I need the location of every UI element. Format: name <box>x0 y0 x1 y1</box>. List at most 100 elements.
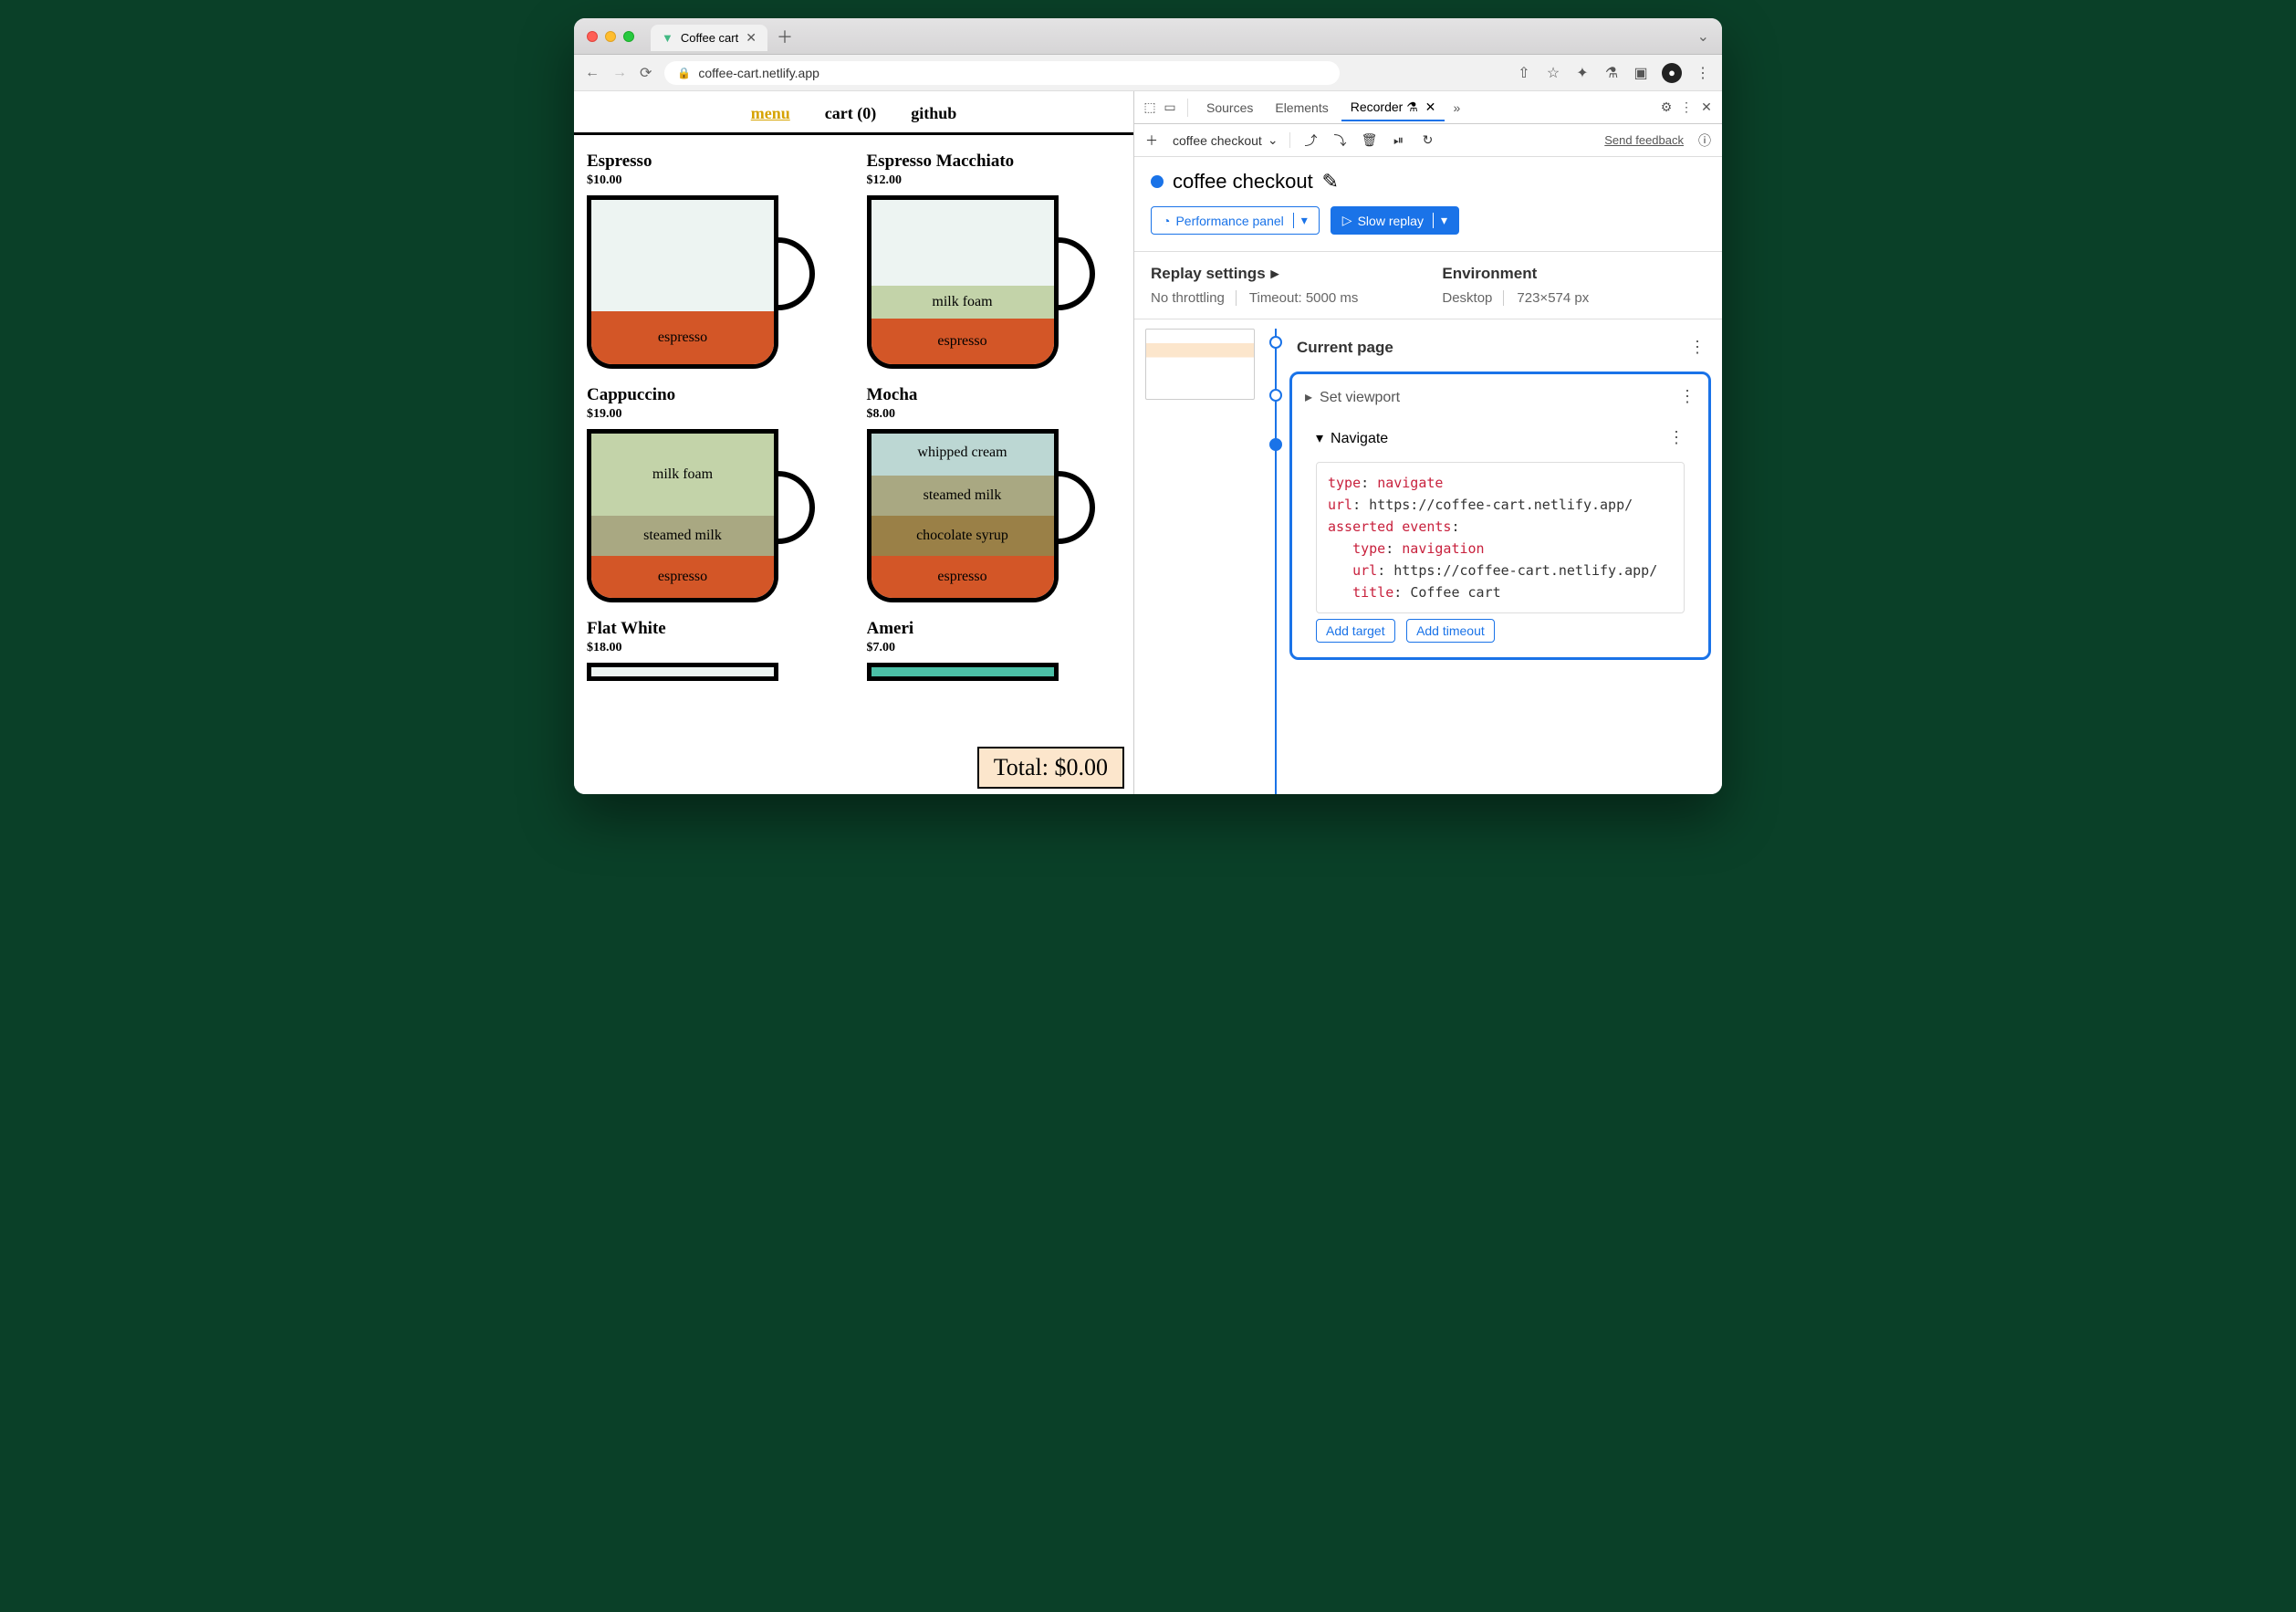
step-over-icon[interactable]: ↻ <box>1420 132 1436 148</box>
dropdown-arrow-icon[interactable]: ▾ <box>1293 213 1308 228</box>
address-bar[interactable]: 🔒 coffee-cart.netlify.app <box>664 61 1340 85</box>
minimize-window-button[interactable] <box>605 31 616 42</box>
share-icon[interactable]: ⇧ <box>1516 64 1532 82</box>
browser-tab[interactable]: ▼ Coffee cart ✕ <box>651 25 767 51</box>
steps-list: Current page ⋮ ▸Set viewport ⋮ ▾Navigate… <box>1289 329 1722 794</box>
chevron-down-icon[interactable]: ⌄ <box>1697 27 1709 46</box>
product-price: $8.00 <box>867 407 1122 422</box>
dropdown-arrow-icon[interactable]: ▾ <box>1433 213 1447 228</box>
step-menu-icon[interactable]: ⋮ <box>1679 387 1696 406</box>
cart-total[interactable]: Total: $0.00 <box>977 747 1124 789</box>
reload-button[interactable]: ⟳ <box>640 64 652 82</box>
cup-illustration: milk foam espresso <box>867 195 1095 369</box>
product-card[interactable]: Flat White $18.00 <box>587 619 841 681</box>
forward-button[interactable]: → <box>612 65 627 81</box>
device-toggle-icon[interactable]: ▭ <box>1162 99 1178 115</box>
layer-chocolate: chocolate syrup <box>871 516 1054 556</box>
step-menu-icon[interactable]: ⋮ <box>1668 428 1685 447</box>
replay-settings-header[interactable]: Replay settings ▸ <box>1151 265 1369 283</box>
nav-github[interactable]: github <box>911 104 956 123</box>
product-card[interactable]: Espresso Macchiato $12.00 milk foam espr… <box>867 152 1122 369</box>
chevron-right-icon: ▸ <box>1271 265 1279 283</box>
tab-title: Coffee cart <box>681 31 738 45</box>
cup-illustration: milk foam steamed milk espresso <box>587 429 815 602</box>
product-card[interactable]: Ameri $7.00 <box>867 619 1122 681</box>
close-tab-icon[interactable]: ✕ <box>746 30 757 46</box>
product-name: Ameri <box>867 619 916 639</box>
add-recording-icon[interactable]: ＋ <box>1143 131 1160 150</box>
tab-elements[interactable]: Elements <box>1266 95 1337 120</box>
more-tabs-icon[interactable]: » <box>1448 100 1465 115</box>
product-card[interactable]: Mocha $8.00 whipped cream steamed milk c… <box>867 385 1122 602</box>
timeline-dot <box>1269 336 1282 349</box>
product-grid: Espresso $10.00 espresso Espresso Macchi… <box>574 135 1133 697</box>
export-icon[interactable]: ⤴ <box>1303 131 1320 150</box>
devtools-panel: ⬚ ▭ Sources Elements Recorder ⚗ ✕ » ⚙ ⋮ … <box>1134 91 1722 794</box>
product-card[interactable]: Espresso $10.00 espresso <box>587 152 841 369</box>
selected-steps-box: ▸Set viewport ⋮ ▾Navigate ⋮ type: naviga… <box>1289 372 1711 660</box>
product-price: $18.00 <box>587 641 841 655</box>
extensions-icon[interactable]: ✦ <box>1574 64 1591 82</box>
recording-status-icon <box>1151 175 1164 188</box>
nav-menu[interactable]: menu <box>751 104 790 123</box>
product-price: $19.00 <box>587 407 841 422</box>
import-icon[interactable]: ⤵ <box>1332 131 1349 150</box>
close-tab-icon[interactable]: ✕ <box>1425 99 1436 114</box>
kebab-menu-icon[interactable]: ⋮ <box>1678 99 1695 115</box>
recording-select[interactable]: coffee checkout ⌄ <box>1173 132 1290 148</box>
edit-icon[interactable]: ✎ <box>1322 170 1339 194</box>
sidepanel-icon[interactable]: ▣ <box>1633 64 1649 82</box>
play-icon: ▷ <box>1342 213 1352 228</box>
close-window-button[interactable] <box>587 31 598 42</box>
layer-espresso: espresso <box>591 311 774 364</box>
profile-avatar[interactable]: ● <box>1662 63 1682 83</box>
layer-espresso: espresso <box>591 556 774 598</box>
layer-steamed: steamed milk <box>871 476 1054 516</box>
env-viewport: 723×574 px <box>1517 290 1600 306</box>
timeline: Current page ⋮ ▸Set viewport ⋮ ▾Navigate… <box>1134 319 1722 794</box>
step-set-viewport[interactable]: ▸Set viewport ⋮ <box>1292 378 1708 415</box>
recording-header: coffee checkout ✎ <box>1134 157 1722 206</box>
webpage-viewport: menu cart (0) github Espresso $10.00 esp… <box>574 91 1134 794</box>
step-thumbnail[interactable] <box>1145 329 1255 400</box>
delete-icon[interactable]: 🗑 <box>1362 132 1378 148</box>
layer-milkfoam: milk foam <box>871 286 1054 319</box>
url-bar-row: ← → ⟳ 🔒 coffee-cart.netlify.app ⇧ ☆ ✦ ⚗ … <box>574 55 1722 91</box>
traffic-lights <box>587 31 634 42</box>
timeout-value: Timeout: 5000 ms <box>1249 290 1370 306</box>
settings-gear-icon[interactable]: ⚙ <box>1658 99 1675 115</box>
slow-replay-button[interactable]: ▷ Slow replay ▾ <box>1331 206 1459 235</box>
bookmark-icon[interactable]: ☆ <box>1545 64 1561 82</box>
inspect-element-icon[interactable]: ⬚ <box>1142 99 1158 115</box>
step-current-page[interactable]: Current page ⋮ <box>1289 329 1722 366</box>
tab-recorder[interactable]: Recorder ⚗ ✕ <box>1341 94 1445 120</box>
nav-cart[interactable]: cart (0) <box>825 104 876 123</box>
product-card[interactable]: Cappuccino $19.00 milk foam steamed milk… <box>587 385 841 602</box>
help-icon[interactable]: ⓘ <box>1696 131 1713 150</box>
step-details-code: type: navigate url: https://coffee-cart.… <box>1316 462 1685 613</box>
tab-sources[interactable]: Sources <box>1197 95 1262 120</box>
site-nav: menu cart (0) github <box>574 91 1133 135</box>
cup-illustration: espresso <box>587 195 815 369</box>
performance-panel-button[interactable]: ◔ Performance panel ▾ <box>1151 206 1320 235</box>
maximize-window-button[interactable] <box>623 31 634 42</box>
timeline-line <box>1262 329 1289 794</box>
step-navigate-header[interactable]: ▾Navigate ⋮ <box>1303 419 1697 456</box>
gauge-icon: ◔ <box>1163 214 1170 228</box>
overflow-menu-icon[interactable]: ⋮ <box>1695 64 1711 82</box>
back-button[interactable]: ← <box>585 65 600 81</box>
cup-illustration <box>867 663 1095 681</box>
new-tab-button[interactable]: ＋ <box>777 25 793 48</box>
labs-icon: ⚗ <box>1406 99 1418 114</box>
step-menu-icon[interactable]: ⋮ <box>1689 338 1706 357</box>
step-play-icon[interactable]: ⏯ <box>1391 132 1407 148</box>
product-name: Flat White <box>587 619 841 639</box>
add-timeout-button[interactable]: Add timeout <box>1406 619 1495 643</box>
close-devtools-icon[interactable]: ✕ <box>1698 99 1715 115</box>
labs-icon[interactable]: ⚗ <box>1603 64 1620 82</box>
chevron-down-icon: ⌄ <box>1268 132 1278 148</box>
environment-header: Environment <box>1442 265 1600 283</box>
layer-espresso: espresso <box>871 319 1054 364</box>
send-feedback-link[interactable]: Send feedback <box>1604 133 1684 147</box>
add-target-button[interactable]: Add target <box>1316 619 1395 643</box>
